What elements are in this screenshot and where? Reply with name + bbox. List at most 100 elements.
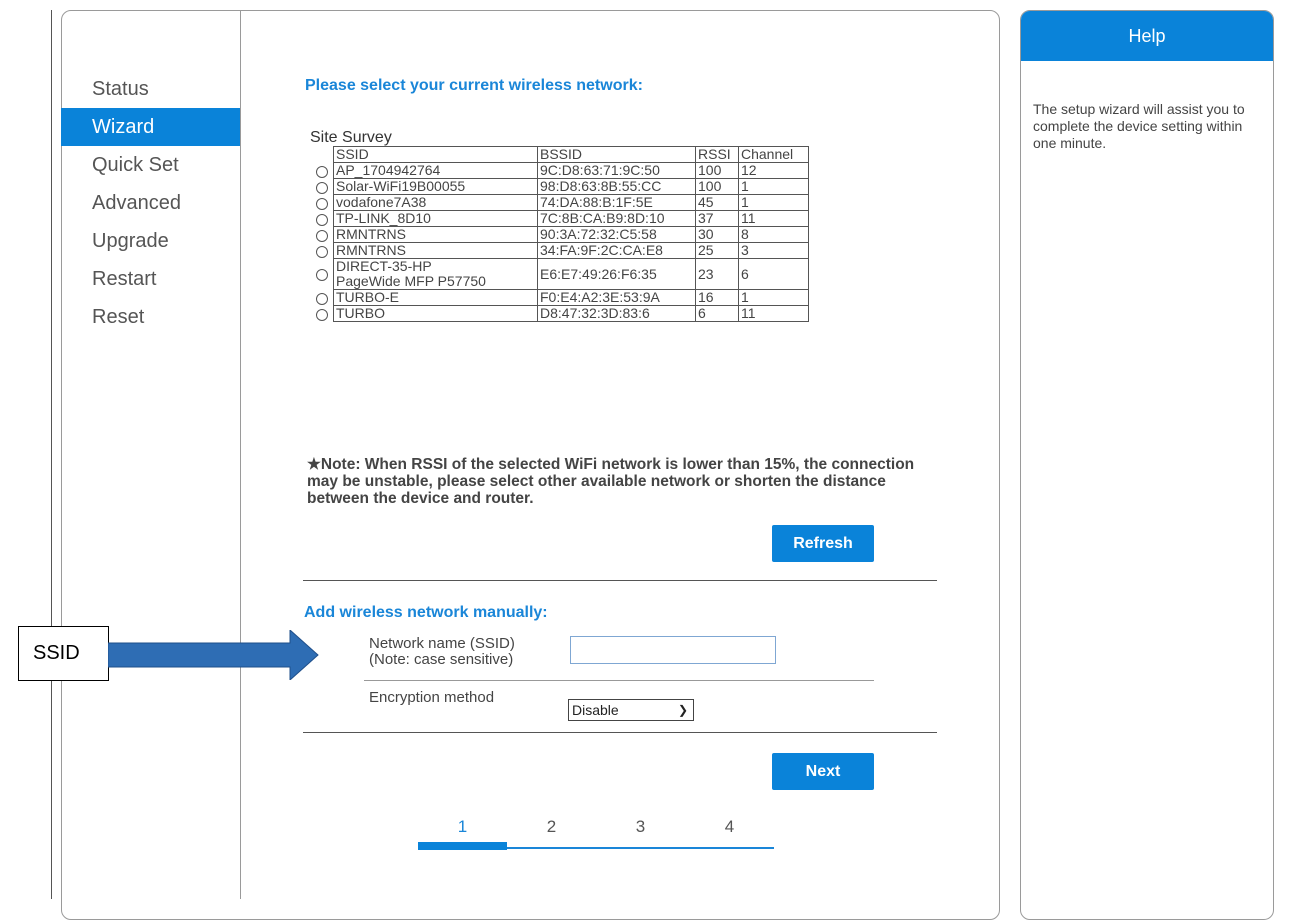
cell-rssi: 16 [695,289,739,306]
help-panel: Help The setup wizard will assist you to… [1020,10,1274,920]
cell-ssid: AP_1704942764 [333,162,538,179]
content-area: Please select your current wireless netw… [241,10,999,899]
left-edge-line [51,10,52,899]
cell-ssid: DIRECT-35-HP PageWide MFP P57750 [333,258,538,290]
table-row[interactable]: RMNTRNS 90:3A:72:32:C5:58 30 8 [311,226,809,243]
cell-channel: 11 [738,210,809,227]
cell-ssid: RMNTRNS [333,226,538,243]
cell-bssid: 7C:8B:CA:B9:8D:10 [537,210,696,227]
divider [303,580,937,581]
help-title: Help [1021,11,1273,61]
cell-rssi: 100 [695,162,739,179]
cell-bssid: 9C:D8:63:71:9C:50 [537,162,696,179]
network-radio[interactable] [316,229,328,242]
cell-ssid: vodafone7A38 [333,194,538,211]
cell-rssi: 100 [695,178,739,195]
chevron-down-icon: ❯ [677,703,688,717]
table-header-row: SSID BSSID RSSI Channel [311,146,809,163]
cell-bssid: D8:47:32:3D:83:6 [537,305,696,322]
ssid-label-line1: Network name (SSID) [369,635,515,652]
cell-rssi: 25 [695,242,739,259]
cell-bssid: E6:E7:49:26:F6:35 [537,258,696,290]
cell-channel: 3 [738,242,809,259]
select-cell [311,211,334,227]
nav-list: Status Wizard Quick Set Advanced Upgrade Rest… [61,70,240,336]
network-radio[interactable] [316,197,328,210]
select-cell [311,290,334,306]
cell-rssi: 23 [695,258,739,290]
cell-channel: 8 [738,226,809,243]
network-radio[interactable] [316,292,328,305]
ssid-input[interactable] [570,636,776,664]
network-radio[interactable] [316,181,328,194]
rssi-note: ★Note: When RSSI of the selected WiFi ne… [307,456,915,507]
column-header-ssid: SSID [333,146,538,163]
select-cell [311,179,334,195]
sidebar-item-upgrade[interactable]: Upgrade [61,222,240,260]
sidebar-item-reset[interactable]: Reset [61,298,240,336]
site-survey-body: AP_1704942764 9C:D8:63:71:9C:50 100 12 Solar… [311,162,809,322]
step-3: 3 [635,817,646,836]
cell-bssid: 98:D8:63:8B:55:CC [537,178,696,195]
cell-bssid: 90:3A:72:32:C5:58 [537,226,696,243]
table-row[interactable]: TURBO-E F0:E4:A2:3E:53:9A 16 1 [311,289,809,306]
cell-channel: 1 [738,194,809,211]
sidebar-item-status[interactable]: Status [61,70,240,108]
ssid-label-line2: (Note: case sensitive) [369,651,514,668]
cell-rssi: 6 [695,305,739,322]
step-progress-fill [418,842,507,850]
next-button[interactable]: Next [772,753,874,790]
select-column-header [311,147,334,163]
table-row[interactable]: AP_1704942764 9C:D8:63:71:9C:50 100 12 [311,162,809,179]
column-header-rssi: RSSI [695,146,739,163]
cell-channel: 1 [738,178,809,195]
cell-channel: 11 [738,305,809,322]
divider-bottom [303,732,937,733]
select-cell [311,163,334,179]
select-cell [311,227,334,243]
cell-channel: 1 [738,289,809,306]
refresh-button[interactable]: Refresh [772,525,874,562]
select-cell [311,195,334,211]
step-2: 2 [546,817,557,836]
encryption-selected-value: Disable [572,702,619,718]
table-row[interactable]: TP-LINK_8D10 7C:8B:CA:B9:8D:10 37 11 [311,210,809,227]
select-cell [311,306,334,322]
step-1: 1 [457,817,468,836]
cell-rssi: 37 [695,210,739,227]
cell-bssid: F0:E4:A2:3E:53:9A [537,289,696,306]
encryption-select[interactable]: Disable ❯ [568,699,694,721]
network-radio[interactable] [316,269,328,282]
select-cell [311,259,334,290]
table-row[interactable]: vodafone7A38 74:DA:88:B:1F:5E 45 1 [311,194,809,211]
cell-ssid: Solar-WiFi19B00055 [333,178,538,195]
cell-ssid: TP-LINK_8D10 [333,210,538,227]
table-row[interactable]: RMNTRNS 34:FA:9F:2C:CA:E8 25 3 [311,242,809,259]
site-survey-caption: Site Survey [310,129,392,146]
network-radio[interactable] [316,245,328,258]
table-row[interactable]: DIRECT-35-HP PageWide MFP P57750 E6:E7:49:… [311,258,809,290]
sidebar-item-wizard[interactable]: Wizard [61,108,240,146]
table-row[interactable]: Solar-WiFi19B00055 98:D8:63:8B:55:CC 100 1 [311,178,809,195]
manual-section-title: Add wireless network manually: [304,604,548,621]
network-radio[interactable] [316,213,328,226]
ssid-line: DIRECT-35-HP [336,258,432,274]
cell-channel: 6 [738,258,809,290]
sidebar-item-restart[interactable]: Restart [61,260,240,298]
cell-ssid: RMNTRNS [333,242,538,259]
annotation-label: SSID [18,626,109,681]
cell-rssi: 45 [695,194,739,211]
column-header-bssid: BSSID [537,146,696,163]
sidebar-item-advanced[interactable]: Advanced [61,184,240,222]
help-text: The setup wizard will assist you to comp… [1033,101,1245,151]
encryption-label: Encryption method [369,689,495,706]
table-row[interactable]: TURBO D8:47:32:3D:83:6 6 11 [311,305,809,322]
cell-bssid: 34:FA:9F:2C:CA:E8 [537,242,696,259]
column-header-channel: Channel [738,146,809,163]
network-radio[interactable] [316,308,328,321]
cell-ssid: TURBO-E [333,289,538,306]
site-survey-table: SSID BSSID RSSI Channel AP_1704942764 9C:… [311,146,809,322]
network-radio[interactable] [316,165,328,178]
sidebar-item-quick-set[interactable]: Quick Set [61,146,240,184]
ssid-line: PageWide MFP P57750 [336,273,486,289]
